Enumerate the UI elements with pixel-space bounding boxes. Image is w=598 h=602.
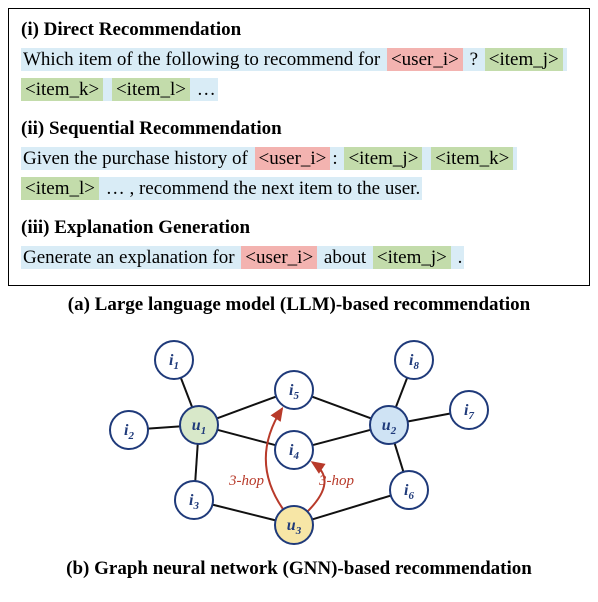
item-token: <item_l> xyxy=(112,78,190,101)
graph-node-i8: i8 xyxy=(395,341,433,379)
item-token: <item_k> xyxy=(21,78,103,101)
task-block: (iii) Explanation Generation Generate an … xyxy=(21,217,577,273)
item-token: <item_k> xyxy=(431,147,513,170)
task-block: (ii) Sequential Recommendation Given the … xyxy=(21,118,577,205)
prompt-text xyxy=(103,78,112,101)
graph-edge xyxy=(408,413,451,421)
graph-edge xyxy=(395,443,404,472)
graph-edge xyxy=(312,495,391,519)
graph-edge xyxy=(312,397,371,419)
prompt-text: about xyxy=(317,246,373,269)
panel-b-caption: (b) Graph neural network (GNN)-based rec… xyxy=(8,558,590,580)
panel-b-graph: 3-hop 3-hop u1 u2 u3 i1i2 i3 i4 i5 i6 i7 i8 xyxy=(8,330,590,550)
graph-node-u1: u1 xyxy=(180,406,218,444)
item-token: <item_j> xyxy=(373,246,451,269)
task-title: (i) Direct Recommendation xyxy=(21,19,577,41)
graph-edge xyxy=(396,378,407,408)
task-prompt: Which item of the following to recommend… xyxy=(21,45,577,106)
prompt-text: … xyxy=(190,78,218,101)
item-token: <item_j> xyxy=(344,147,422,170)
prompt-text: … , recommend the next item to the user. xyxy=(99,177,422,200)
item-token: <item_l> xyxy=(21,177,99,200)
graph-node-u3: u3 xyxy=(275,506,313,544)
task-block: (i) Direct Recommendation Which item of t… xyxy=(21,19,577,106)
graph-edge xyxy=(212,505,275,521)
graph-edge xyxy=(181,378,192,408)
graph-node-u2: u2 xyxy=(370,406,408,444)
prompt-text: . xyxy=(451,246,465,269)
prompt-text xyxy=(513,147,517,170)
prompt-text: ? xyxy=(463,48,485,71)
panel-a-caption: (a) Large language model (LLM)-based rec… xyxy=(8,294,590,316)
graph-edge xyxy=(195,444,197,481)
graph-edge xyxy=(217,397,276,419)
item-token: <item_j> xyxy=(485,48,563,71)
task-title: (iii) Explanation Generation xyxy=(21,217,577,239)
prompt-text: Given the purchase history of xyxy=(21,147,255,170)
task-prompt: Given the purchase history of <user_i>: … xyxy=(21,144,577,205)
prompt-text xyxy=(563,48,567,71)
prompt-text: Which item of the following to recommend… xyxy=(21,48,387,71)
user-token: <user_i> xyxy=(387,48,463,71)
graph-node-i2: i2 xyxy=(110,411,148,449)
prompt-text: : xyxy=(330,147,344,170)
graph-edge xyxy=(148,426,180,428)
prompt-text: Generate an explanation for xyxy=(21,246,241,269)
graph-node-i7: i7 xyxy=(450,391,488,429)
graph-node-i3: i3 xyxy=(175,481,213,519)
user-token: <user_i> xyxy=(241,246,317,269)
graph-node-i6: i6 xyxy=(390,471,428,509)
graph-edge xyxy=(312,430,370,445)
hop-label: 3-hop xyxy=(228,473,264,489)
graph-node-i5: i5 xyxy=(275,371,313,409)
prompt-text xyxy=(422,147,431,170)
user-token: <user_i> xyxy=(255,147,331,170)
task-prompt: Generate an explanation for <user_i> abo… xyxy=(21,243,577,273)
graph-node-i1: i1 xyxy=(155,341,193,379)
gnn-graph-svg: 3-hop 3-hop u1 u2 u3 i1i2 i3 i4 i5 i6 i7 i8 xyxy=(19,330,579,550)
hop-label: 3-hop xyxy=(318,473,354,489)
panel-a-box: (i) Direct Recommendation Which item of t… xyxy=(8,8,590,286)
task-title: (ii) Sequential Recommendation xyxy=(21,118,577,140)
graph-node-i4: i4 xyxy=(275,431,313,469)
